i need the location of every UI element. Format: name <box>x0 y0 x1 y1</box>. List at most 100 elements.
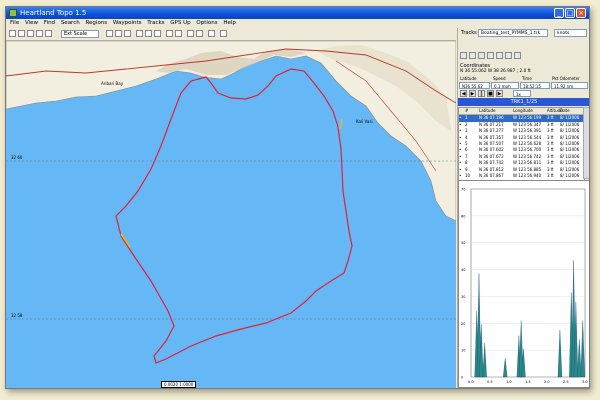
coordinates-value: N 36 55.062 W 38 26.987 ; 2.0 ft <box>460 69 531 74</box>
stats-time: 18:52:15 <box>520 82 550 89</box>
pause-icon[interactable]: ‖ <box>478 90 485 97</box>
plot-area <box>470 188 586 378</box>
zoom-in-icon[interactable] <box>27 30 34 37</box>
menu-tracks[interactable]: Tracks <box>147 20 164 26</box>
units-select[interactable]: knots <box>554 29 587 37</box>
menu-help[interactable]: Help <box>223 20 236 26</box>
map-canvas <box>6 41 456 364</box>
y-tick-label: 10 <box>461 349 465 353</box>
menu-find[interactable]: Find <box>44 20 55 26</box>
app-window: Heartland Topo 1.5 _ □ × File View Find … <box>5 6 590 389</box>
boat-icon[interactable] <box>145 30 152 37</box>
save-icon[interactable] <box>18 30 25 37</box>
stats-odometer: 11.92 nm <box>551 82 588 89</box>
x-tick-label: 3.0 <box>582 380 588 384</box>
track-select[interactable]: Boating_test_PYMMS_1.trk <box>478 29 548 37</box>
route-icon[interactable] <box>175 30 182 37</box>
table-body: • 1 N 36 07.196 W 123 56.199 3 ft 8/ 1/2006 • 2… <box>459 115 584 179</box>
track-highlight <box>339 118 343 130</box>
y-tick-label: 50 <box>461 241 465 245</box>
minimize-button[interactable]: _ <box>554 8 564 18</box>
index-cell: 10 <box>465 173 471 179</box>
graph-canvas: 0 10 20 30 40 50 60 70 0.0 0.5 1.0 1.5 2.0 2.5 3.0 <box>461 188 588 385</box>
track-icon[interactable] <box>196 30 203 37</box>
trackpoint-table[interactable]: # Latitude Longitude Altitude Date • 1 N 3… <box>458 107 585 181</box>
stats-header: Speed <box>493 76 506 81</box>
col-index[interactable]: # <box>465 108 476 114</box>
x-tick-label: 0.5 <box>487 380 493 384</box>
track-delete-icon[interactable] <box>487 52 494 59</box>
x-tick-label: 1.5 <box>525 380 531 384</box>
title-bar: Heartland Topo 1.5 _ □ × <box>6 7 589 19</box>
help-icon[interactable] <box>208 30 215 37</box>
close-button[interactable]: × <box>576 8 586 18</box>
forward-icon[interactable]: ▶ <box>496 90 503 97</box>
stop-icon[interactable]: ■ <box>487 90 494 97</box>
hiker-icon[interactable] <box>154 30 161 37</box>
stats-header: Time <box>522 76 532 81</box>
col-longitude[interactable]: Longitude <box>513 108 547 114</box>
y-tick-label: 30 <box>461 295 465 299</box>
gps-icon[interactable] <box>187 30 194 37</box>
playback-speed-select[interactable]: 1x <box>513 90 531 97</box>
menu-bar: File View Find Search Regions Waypoints … <box>6 19 589 28</box>
zoom-out-icon[interactable] <box>36 30 43 37</box>
latitude-label: 32 58 <box>11 313 23 318</box>
menu-gps-up[interactable]: GPS Up <box>170 20 190 26</box>
map-toolbar: Ext Scale <box>6 28 456 41</box>
track-split-icon[interactable] <box>505 52 512 59</box>
longitude-cell: W 123 56.940 <box>513 173 542 179</box>
menu-view[interactable]: View <box>25 20 38 26</box>
x-tick-label: 2.0 <box>544 380 550 384</box>
print-icon[interactable] <box>124 30 131 37</box>
track-save-icon[interactable] <box>469 52 476 59</box>
maximize-button[interactable]: □ <box>565 8 575 18</box>
track-panel: Tracks Boating_test_PYMMS_1.trk knots Co… <box>457 28 589 388</box>
waypoint-icon[interactable] <box>166 30 173 37</box>
menu-search[interactable]: Search <box>61 20 80 26</box>
rewind-icon[interactable]: ◀ <box>460 90 467 97</box>
track-name-header: TRK1_1/25 <box>458 98 589 106</box>
track-merge-icon[interactable] <box>496 52 503 59</box>
track-open-icon[interactable] <box>460 52 467 59</box>
track-highlight <box>120 233 131 248</box>
car-icon[interactable] <box>136 30 143 37</box>
col-date[interactable]: Date <box>560 108 584 114</box>
col-latitude[interactable]: Latitude <box>479 108 513 114</box>
stats-speed: 0.1 mph <box>491 82 519 89</box>
x-tick-label: 2.5 <box>563 380 569 384</box>
menu-options[interactable]: Options <box>196 20 217 26</box>
window-title: Heartland Topo 1.5 <box>20 9 87 17</box>
speed-profile-graph[interactable]: 0 10 20 30 40 50 60 70 0.0 0.5 1.0 1.5 2.0 2.5 3.0 <box>458 180 589 388</box>
table-header: # Latitude Longitude Altitude Date <box>459 108 584 116</box>
map-view[interactable]: 32 60 32 58 Aribari Bay Kali Vasi 0.0020… <box>6 41 456 388</box>
stats-header: Latitude <box>460 76 477 81</box>
x-tick-label: 0.0 <box>468 380 474 384</box>
table-scrollbar[interactable] <box>583 107 589 179</box>
play-icon[interactable]: ▶ <box>469 90 476 97</box>
tracks-label: Tracks <box>461 30 477 36</box>
pan-icon[interactable] <box>45 30 52 37</box>
date-cell: 8/ 1/2006 <box>560 173 580 179</box>
y-tick-label: 40 <box>461 268 465 272</box>
map-scale-bar: 0.0020 1.0000 <box>161 381 197 388</box>
compass-icon[interactable] <box>106 30 113 37</box>
col-altitude[interactable]: Altitude <box>547 108 563 114</box>
app-icon <box>9 9 17 17</box>
search-icon[interactable] <box>220 30 227 37</box>
measure-icon[interactable] <box>115 30 122 37</box>
track-edit-icon[interactable] <box>478 52 485 59</box>
table-row[interactable]: • 10 N 36 07.867 W 123 56.940 3 ft 8/ 1/2006 <box>459 173 584 179</box>
menu-waypoints[interactable]: Waypoints <box>113 20 142 26</box>
open-icon[interactable] <box>9 30 16 37</box>
place-label: Kali Vasi <box>356 119 373 124</box>
y-tick-label: 60 <box>461 214 465 218</box>
scale-select[interactable]: Ext Scale <box>61 30 99 38</box>
menu-file[interactable]: File <box>10 20 19 26</box>
altitude-cell: 3 ft <box>547 173 554 179</box>
track-upload-icon[interactable] <box>514 52 521 59</box>
stats-header: Pkt Odometer <box>552 76 580 81</box>
menu-regions[interactable]: Regions <box>85 20 107 26</box>
y-tick-label: 70 <box>461 188 465 192</box>
x-tick-label: 1.0 <box>506 380 512 384</box>
